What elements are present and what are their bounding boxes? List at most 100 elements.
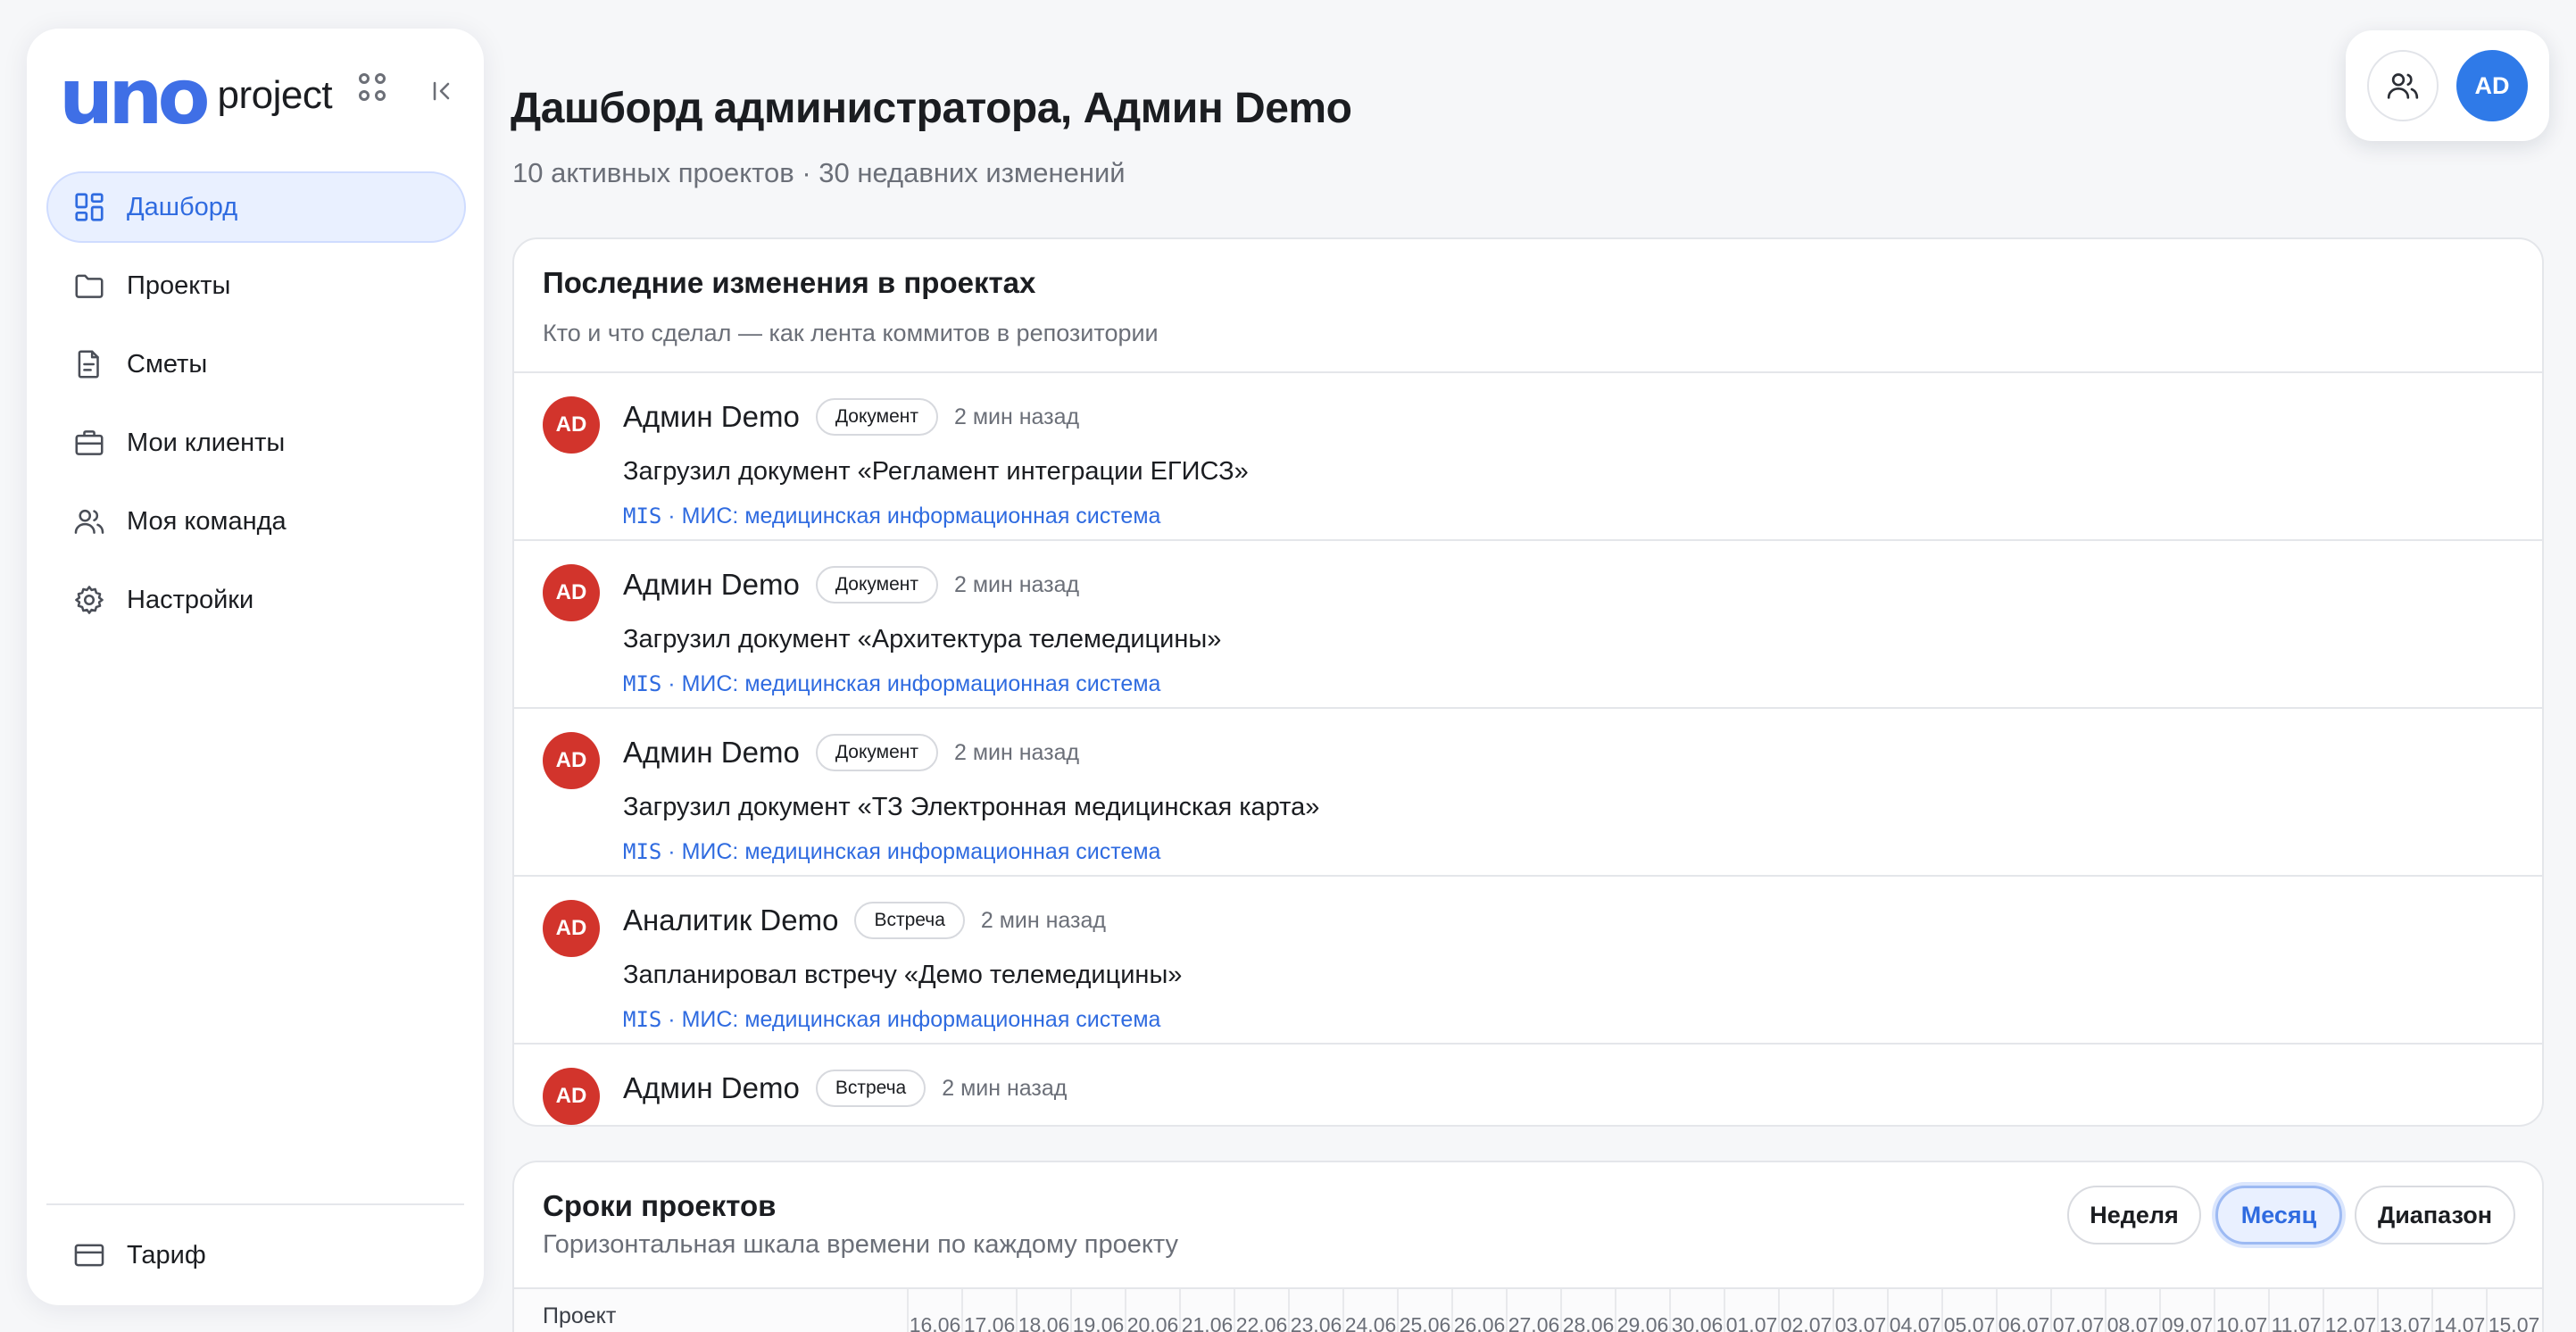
project-code: MIS <box>623 1007 662 1032</box>
timeline-date: 25.06 <box>1397 1289 1451 1332</box>
timeline-date: 02.07 <box>1778 1289 1832 1332</box>
sidebar-item-projects[interactable]: Проекты <box>46 250 466 321</box>
timeline-date: 10.07 <box>2214 1289 2268 1332</box>
type-badge: Встреча <box>854 902 965 939</box>
feed-item-header: Аналитик Demo Встреча 2 мин назад <box>623 900 1106 941</box>
timeline-date: 03.07 <box>1832 1289 1887 1332</box>
type-badge: Документ <box>815 566 938 604</box>
timeline-date: 01.07 <box>1724 1289 1778 1332</box>
type-badge: Документ <box>815 398 938 436</box>
avatar: AD <box>543 564 600 621</box>
project-code: MIS <box>623 504 662 529</box>
author-name: Админ Demo <box>623 400 800 433</box>
feed-item-header: Админ Demo Документ 2 мин назад <box>623 396 1079 437</box>
briefcase-icon <box>71 425 107 461</box>
sidebar: uno project Дашборд Проекты Сметы Мои кл… <box>27 29 484 1305</box>
project-name: МИС: медицинская информационная система <box>681 671 1161 696</box>
mode-range-button[interactable]: Диапазон <box>2355 1186 2515 1245</box>
timeline-date: 28.06 <box>1560 1289 1615 1332</box>
collapse-left-icon <box>433 81 450 101</box>
timestamp: 2 мин назад <box>953 404 1080 429</box>
collapse-sidebar-button[interactable] <box>425 73 461 109</box>
timeline-date: 30.06 <box>1669 1289 1724 1332</box>
changes-feed[interactable]: AD Админ Demo Документ 2 мин назад Загру… <box>514 373 2542 1125</box>
apps-grid-icon[interactable] <box>359 73 387 102</box>
type-badge: Документ <box>815 734 938 771</box>
feed-item[interactable]: AD Аналитик Demo Встреча 2 мин назад Зап… <box>514 877 2542 1045</box>
timeline-date: 17.06 <box>961 1289 1016 1332</box>
sidebar-item-label: Настройки <box>127 585 254 614</box>
users-icon <box>71 504 107 539</box>
timeline-header: Проект 16.06 17.06 18.06 19.06 20.06 21.06 22.… <box>514 1287 2542 1332</box>
tariff-label: Тариф <box>127 1240 206 1270</box>
mode-week-button[interactable]: Неделя <box>2067 1186 2201 1245</box>
credit-card-icon <box>71 1237 107 1273</box>
project-link[interactable]: MIS · МИС: медицинская информационная си… <box>623 504 1160 529</box>
user-panel: AD <box>2346 30 2549 141</box>
timeline-date: 23.06 <box>1288 1289 1342 1332</box>
project-code: MIS <box>623 671 662 696</box>
timeline-date: 16.06 <box>907 1289 961 1332</box>
sidebar-item-label: Моя команда <box>127 506 287 536</box>
feed-item-header: Админ Demo Документ 2 мин назад <box>623 732 1079 773</box>
card-title: Сроки проектов <box>543 1189 777 1222</box>
sidebar-item-tariff[interactable]: Тариф <box>71 1228 206 1282</box>
timeline-date: 08.07 <box>2105 1289 2159 1332</box>
timeline-date: 09.07 <box>2159 1289 2214 1332</box>
author-name: Аналитик Demo <box>623 903 839 937</box>
separator: · <box>661 504 682 529</box>
sidebar-item-team[interactable]: Моя команда <box>46 486 466 557</box>
folder-icon <box>71 268 107 304</box>
app-logo[interactable]: uno project <box>59 55 333 145</box>
sidebar-item-clients[interactable]: Мои клиенты <box>46 407 466 479</box>
author-name: Админ Demo <box>623 736 800 769</box>
feed-item[interactable]: AD Админ Demo Встреча 2 мин назад <box>514 1045 2542 1125</box>
user-avatar[interactable]: AD <box>2456 50 2528 121</box>
feed-item[interactable]: AD Админ Demo Документ 2 мин назад Загру… <box>514 541 2542 709</box>
feed-item[interactable]: AD Админ Demo Документ 2 мин назад Загру… <box>514 373 2542 541</box>
timeline-date: 26.06 <box>1451 1289 1506 1332</box>
timestamp: 2 мин назад <box>953 739 1080 765</box>
project-name: МИС: медицинская информационная система <box>681 504 1161 529</box>
timeline-date: 04.07 <box>1887 1289 1941 1332</box>
project-link[interactable]: MIS · МИС: медицинская информационная си… <box>623 671 1160 697</box>
mode-month-button[interactable]: Месяц <box>2215 1186 2342 1245</box>
sidebar-item-label: Дашборд <box>127 192 238 221</box>
feed-item[interactable]: AD Админ Demo Документ 2 мин назад Загру… <box>514 709 2542 877</box>
timeline-date: 06.07 <box>1996 1289 2050 1332</box>
timestamp: 2 мин назад <box>980 907 1107 933</box>
author-name: Админ Demo <box>623 568 800 601</box>
avatar: AD <box>543 900 600 957</box>
separator: · <box>661 671 682 696</box>
sidebar-item-estimates[interactable]: Сметы <box>46 329 466 400</box>
sidebar-item-dashboard[interactable]: Дашборд <box>46 171 466 243</box>
timeline-date: 14.07 <box>2431 1289 2486 1332</box>
timeline-date: 11.07 <box>2268 1289 2323 1332</box>
timeline-date: 19.06 <box>1070 1289 1125 1332</box>
timeline-date: 13.07 <box>2377 1289 2431 1332</box>
project-link[interactable]: MIS · МИС: медицинская информационная си… <box>623 1007 1160 1033</box>
project-link[interactable]: MIS · МИС: медицинская информационная си… <box>623 839 1160 865</box>
timeline-date: 18.06 <box>1016 1289 1070 1332</box>
feed-item-header: Админ Demo Документ 2 мин назад <box>623 564 1079 605</box>
users-icon <box>2387 73 2419 99</box>
timeline-date: 27.06 <box>1506 1289 1560 1332</box>
type-badge: Встреча <box>815 1070 927 1107</box>
separator: · <box>661 1007 682 1032</box>
timeline-date: 21.06 <box>1179 1289 1234 1332</box>
timeline-date: 24.06 <box>1342 1289 1397 1332</box>
timeline-date: 22.06 <box>1234 1289 1288 1332</box>
team-button[interactable] <box>2367 50 2439 121</box>
sidebar-divider <box>46 1203 464 1205</box>
document-icon <box>71 346 107 382</box>
action-text: Загрузил документ «ТЗ Электронная медици… <box>623 793 1320 821</box>
timeline-date: 07.07 <box>2050 1289 2105 1332</box>
gear-icon <box>71 582 107 618</box>
timeline-date: 12.07 <box>2323 1289 2377 1332</box>
sidebar-item-settings[interactable]: Настройки <box>46 564 466 636</box>
project-timeline-card: Сроки проектов Горизонтальная шкала врем… <box>512 1161 2544 1332</box>
page-title: Дашборд администратора, Админ Demo <box>511 85 1352 132</box>
project-code: MIS <box>623 839 662 864</box>
timeline-date: 29.06 <box>1615 1289 1669 1332</box>
card-subtitle: Горизонтальная шкала времени по каждому … <box>543 1230 1179 1259</box>
